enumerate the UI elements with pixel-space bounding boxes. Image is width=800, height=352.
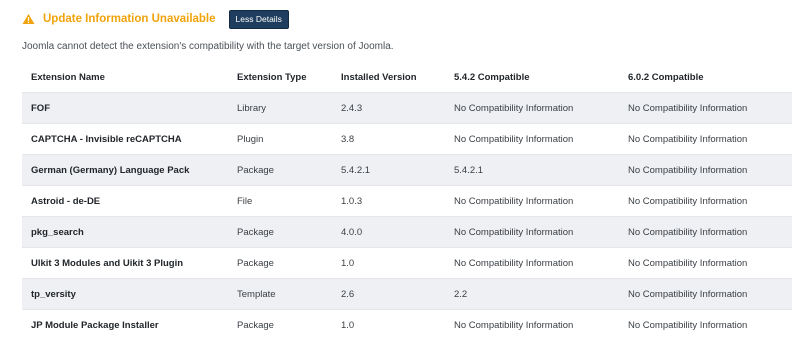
- table-row: Ulkit 3 Modules and Uikit 3 Plugin Packa…: [22, 247, 792, 279]
- compat-602-cell: No Compatibility Information: [619, 123, 792, 155]
- installed-version-cell: 3.8: [332, 123, 445, 155]
- col-header-602-compatible: 6.0.2 Compatible: [628, 71, 704, 83]
- table-row: CAPTCHA - Invisible reCAPTCHA Plugin 3.8…: [22, 123, 792, 155]
- extension-type-cell: Template: [228, 278, 332, 310]
- extension-name-cell: German (Germany) Language Pack: [22, 154, 228, 186]
- compatibility-description: Joomla cannot detect the extension's com…: [22, 41, 394, 52]
- warning-triangle-icon: [22, 13, 35, 25]
- extension-type-cell: Package: [228, 216, 332, 248]
- compat-602-cell: No Compatibility Information: [619, 247, 792, 279]
- installed-version-cell: 2.6: [332, 278, 445, 310]
- extension-name-cell: FOF: [22, 92, 228, 124]
- col-header-542-compatible: 5.4.2 Compatible: [454, 71, 530, 83]
- installed-version-cell: 1.0: [332, 309, 445, 340]
- compat-542-cell: No Compatibility Information: [445, 247, 619, 279]
- table-body: FOF Library 2.4.3 No Compatibility Infor…: [22, 92, 792, 340]
- compat-542-cell: No Compatibility Information: [445, 216, 619, 248]
- extension-type-cell: Library: [228, 92, 332, 124]
- compat-542-cell: No Compatibility Information: [445, 185, 619, 217]
- col-header-extension-name: Extension Name: [31, 71, 105, 83]
- compat-602-cell: No Compatibility Information: [619, 92, 792, 124]
- col-header-installed-version: Installed Version: [341, 71, 417, 83]
- extension-name-cell: CAPTCHA - Invisible reCAPTCHA: [22, 123, 228, 155]
- compat-602-cell: No Compatibility Information: [619, 309, 792, 340]
- installed-version-cell: 2.4.3: [332, 92, 445, 124]
- extension-type-cell: Plugin: [228, 123, 332, 155]
- installed-version-cell: 1.0.3: [332, 185, 445, 217]
- compat-542-cell: No Compatibility Information: [445, 309, 619, 340]
- extension-name-cell: Astroid - de-DE: [22, 185, 228, 217]
- table-row: pkg_search Package 4.0.0 No Compatibilit…: [22, 216, 792, 248]
- table-header-row: Extension Name Extension Type Installed …: [22, 62, 792, 93]
- installed-version-cell: 1.0: [332, 247, 445, 279]
- extension-type-cell: Package: [228, 154, 332, 186]
- extension-type-cell: Package: [228, 247, 332, 279]
- extension-name-cell: tp_versity: [22, 278, 228, 310]
- compat-602-cell: No Compatibility Information: [619, 185, 792, 217]
- less-details-button[interactable]: Less Details: [228, 9, 289, 29]
- compat-542-cell: 2.2: [445, 278, 619, 310]
- col-header-extension-type: Extension Type: [237, 71, 307, 83]
- alert-header: Update Information Unavailable Less Deta…: [22, 9, 289, 29]
- extension-name-cell: pkg_search: [22, 216, 228, 248]
- table-row: JP Module Package Installer Package 1.0 …: [22, 309, 792, 340]
- extension-name-cell: JP Module Package Installer: [22, 309, 228, 340]
- compat-602-cell: No Compatibility Information: [619, 278, 792, 310]
- table-header: Extension Name Extension Type Installed …: [22, 62, 792, 93]
- extension-name-cell: Ulkit 3 Modules and Uikit 3 Plugin: [22, 247, 228, 279]
- compat-602-cell: No Compatibility Information: [619, 154, 792, 186]
- compat-542-cell: No Compatibility Information: [445, 123, 619, 155]
- table-row: Astroid - de-DE File 1.0.3 No Compatibil…: [22, 185, 792, 217]
- alert-title: Update Information Unavailable: [43, 13, 216, 25]
- table-row: FOF Library 2.4.3 No Compatibility Infor…: [22, 92, 792, 124]
- compat-602-cell: No Compatibility Information: [619, 216, 792, 248]
- extensions-table: Extension Name Extension Type Installed …: [22, 62, 792, 340]
- compat-542-cell: No Compatibility Information: [445, 92, 619, 124]
- installed-version-cell: 4.0.0: [332, 216, 445, 248]
- compat-542-cell: 5.4.2.1: [445, 154, 619, 186]
- extension-type-cell: File: [228, 185, 332, 217]
- table-row: tp_versity Template 2.6 2.2 No Compatibi…: [22, 278, 792, 310]
- extension-type-cell: Package: [228, 309, 332, 340]
- table-row: German (Germany) Language Pack Package 5…: [22, 154, 792, 186]
- installed-version-cell: 5.4.2.1: [332, 154, 445, 186]
